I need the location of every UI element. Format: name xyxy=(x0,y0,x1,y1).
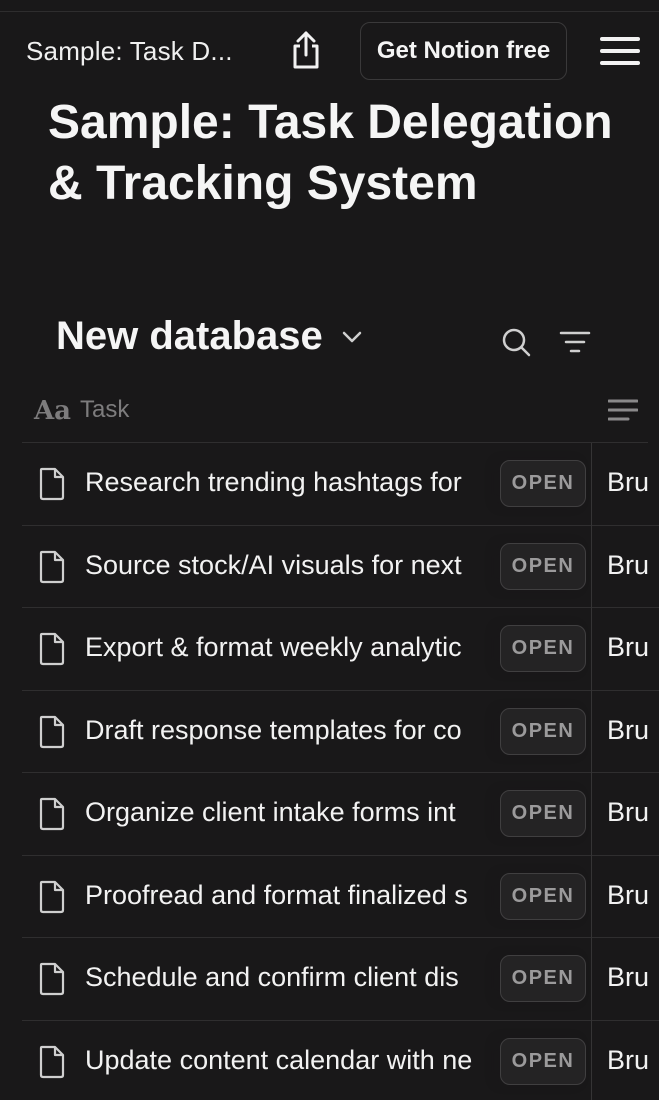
row-assignee[interactable]: Bru xyxy=(607,880,649,911)
table-row[interactable]: Research trending hashtags for OPEN Bru xyxy=(22,443,659,526)
page-title: Sample: Task Delegation & Tracking Syste… xyxy=(48,96,613,210)
share-button[interactable] xyxy=(286,28,326,72)
row-assignee[interactable]: Bru xyxy=(607,632,649,663)
breadcrumb-page-title[interactable]: Sample: Task D... xyxy=(26,36,233,67)
row-assignee[interactable]: Bru xyxy=(607,962,649,993)
text-type-icon: Aa xyxy=(34,396,72,426)
row-assignee[interactable]: Bru xyxy=(607,1045,649,1076)
row-assignee[interactable]: Bru xyxy=(607,467,649,498)
row-assignee[interactable]: Bru xyxy=(607,715,649,746)
page-document-icon xyxy=(39,1045,65,1078)
notion-page: Sample: Task D... Get Notion free Sample… xyxy=(0,0,659,1100)
table-row[interactable]: Export & format weekly analytic OPEN Bru xyxy=(22,608,659,691)
database-title: New database xyxy=(56,314,323,358)
page-document-icon xyxy=(39,715,65,748)
open-row-button[interactable]: OPEN xyxy=(500,707,586,755)
table-row[interactable]: Draft response templates for co OPEN Bru xyxy=(22,691,659,773)
chevron-down-icon xyxy=(341,330,363,344)
page-document-icon xyxy=(39,880,65,913)
hamburger-menu-icon[interactable] xyxy=(598,34,642,68)
top-bar: Sample: Task D... Get Notion free xyxy=(0,12,659,90)
open-row-button[interactable]: OPEN xyxy=(500,1037,586,1085)
table-row[interactable]: Schedule and confirm client dis OPEN Bru xyxy=(22,938,659,1021)
open-row-button[interactable]: OPEN xyxy=(500,872,586,920)
column-label-task: Task xyxy=(80,396,130,423)
page-document-icon xyxy=(39,632,65,666)
share-upload-icon xyxy=(293,31,319,69)
open-row-button[interactable]: OPEN xyxy=(500,790,586,837)
page-document-icon xyxy=(39,797,65,831)
text-lines-icon[interactable] xyxy=(608,398,638,422)
table-row[interactable]: Proofread and format finalized s OPEN Br… xyxy=(22,856,659,938)
row-assignee[interactable]: Bru xyxy=(607,797,649,828)
search-icon[interactable] xyxy=(500,326,532,358)
get-notion-free-button[interactable]: Get Notion free xyxy=(360,22,567,80)
page-document-icon xyxy=(39,962,65,996)
table-row[interactable]: Source stock/AI visuals for next OPEN Br… xyxy=(22,526,659,608)
open-row-button[interactable]: OPEN xyxy=(500,460,586,507)
open-row-button[interactable]: OPEN xyxy=(500,955,586,1002)
page-document-icon xyxy=(39,550,65,583)
table-row[interactable]: Update content calendar with ne OPEN Bru xyxy=(22,1021,659,1100)
table-column-header[interactable]: Aa Task xyxy=(22,386,648,443)
row-assignee[interactable]: Bru xyxy=(607,550,649,581)
open-row-button[interactable]: OPEN xyxy=(500,625,586,672)
table-body: Research trending hashtags for OPEN Bru … xyxy=(22,443,659,1100)
database-view-selector[interactable]: New database xyxy=(56,314,363,359)
page-document-icon xyxy=(39,467,65,501)
open-row-button[interactable]: OPEN xyxy=(500,542,586,590)
filter-lines-icon[interactable] xyxy=(559,328,591,356)
column-divider xyxy=(591,443,592,1100)
status-bar-edge xyxy=(0,0,659,12)
table-row[interactable]: Organize client intake forms int OPEN Br… xyxy=(22,773,659,856)
